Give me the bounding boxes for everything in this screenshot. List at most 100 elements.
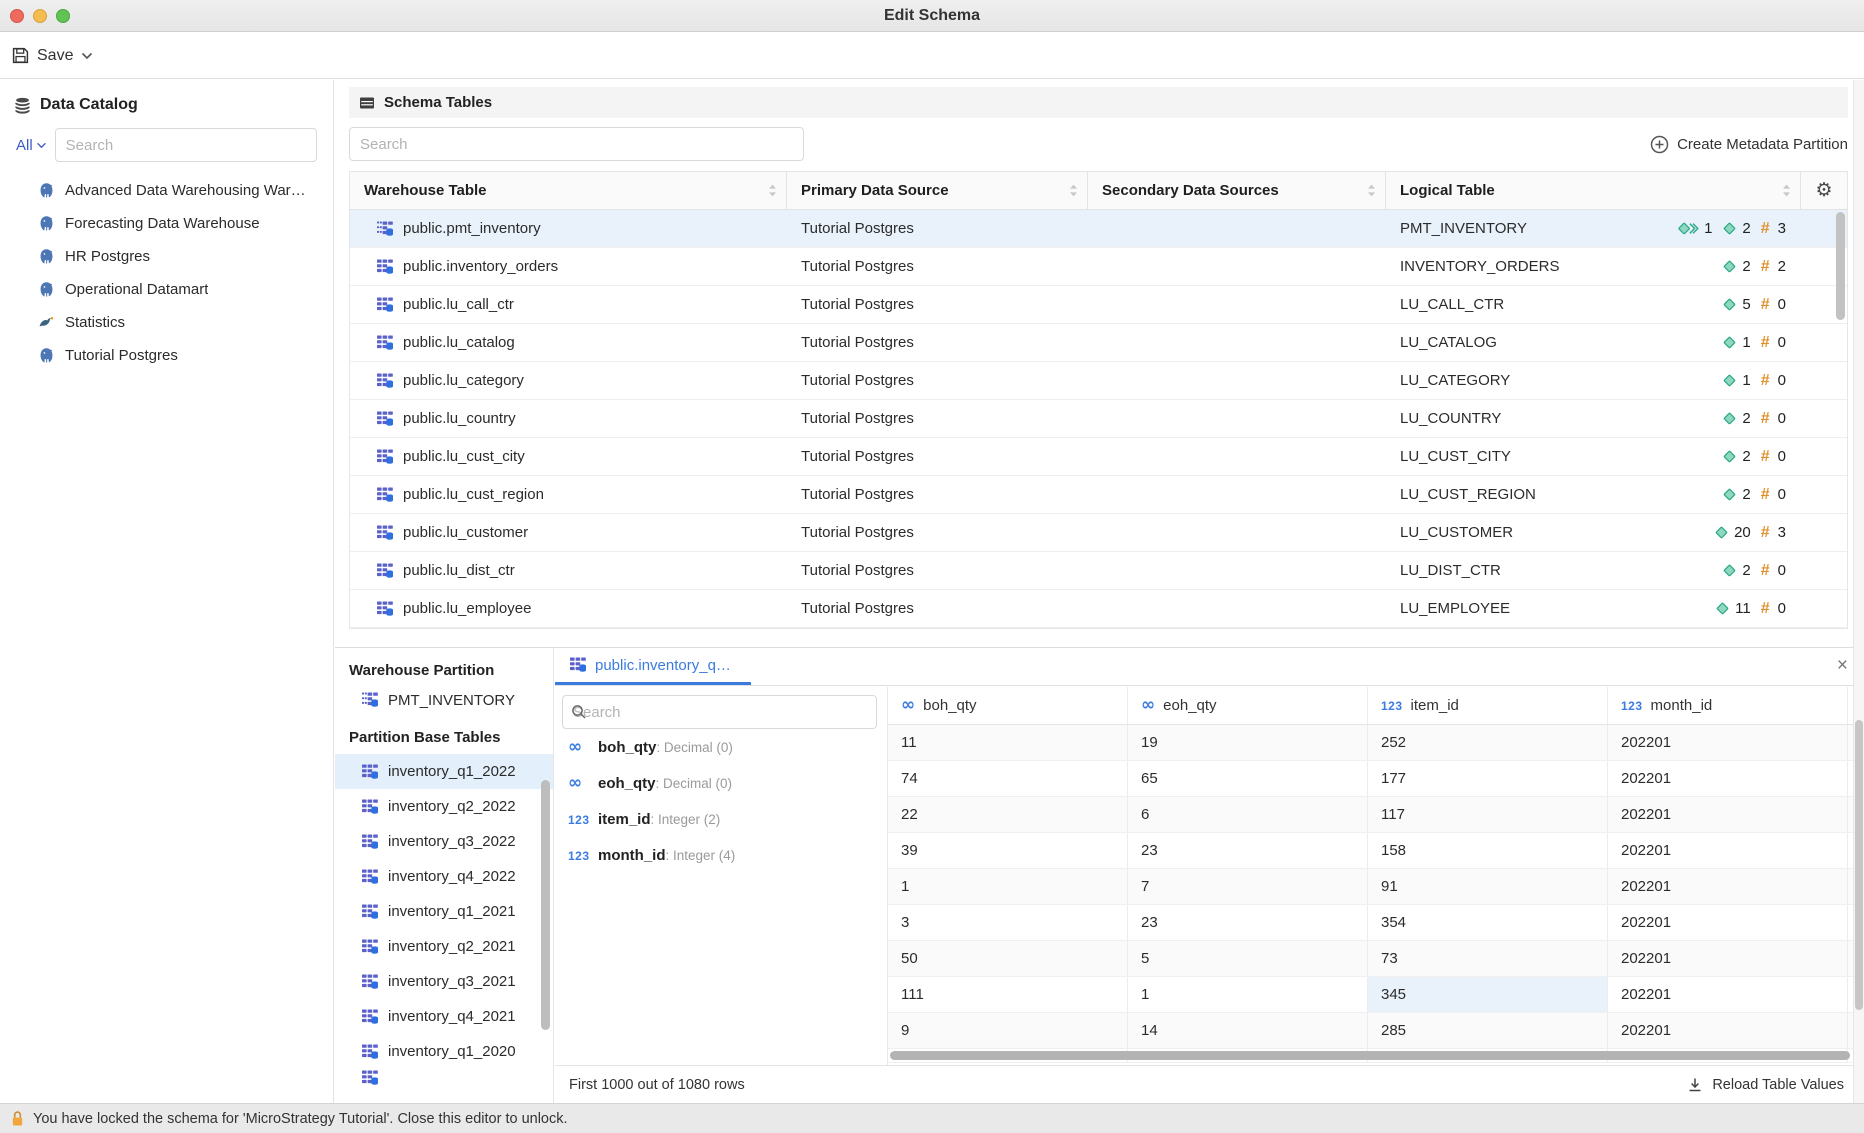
grid-cell[interactable]: 6 <box>1128 797 1368 832</box>
grid-cell[interactable]: 202201 <box>1608 833 1848 868</box>
column-header-primary-data-source[interactable]: Primary Data Source <box>787 172 1088 209</box>
grid-cell[interactable]: 5 <box>1128 941 1368 976</box>
table-row-public-pmt-inventory[interactable]: public.pmt_inventoryTutorial PostgresPMT… <box>350 210 1847 248</box>
grid-cell[interactable]: 252 <box>1368 725 1608 760</box>
sidebar-item-forecasting-data-warehouse[interactable]: Forecasting Data Warehouse <box>0 207 333 240</box>
partition-base-table-inventory_q3_2021[interactable]: inventory_q3_2021 <box>335 964 553 999</box>
grid-cell[interactable]: 285 <box>1368 1013 1608 1048</box>
column-search-input[interactable] <box>562 695 877 729</box>
grid-cell[interactable]: 111 <box>888 977 1128 1012</box>
grid-cell[interactable]: 202201 <box>1608 1013 1848 1048</box>
table-row-public-lu-customer[interactable]: public.lu_customerTutorial PostgresLU_CU… <box>350 514 1847 552</box>
save-button[interactable]: Save <box>12 47 93 65</box>
grid-column-header-month_id[interactable]: 123month_id <box>1608 687 1848 724</box>
schema-tables-search-input[interactable] <box>349 127 804 161</box>
grid-cell[interactable]: 91 <box>1368 869 1608 904</box>
sidebar-item-tutorial-postgres[interactable]: Tutorial Postgres <box>0 339 333 372</box>
grid-cell[interactable]: 202201 <box>1608 905 1848 940</box>
partition-base-table-inventory_q1_2020[interactable]: inventory_q1_2020 <box>335 1034 553 1069</box>
warehouse-table-icon <box>376 220 394 238</box>
grid-cell[interactable]: 202201 <box>1608 761 1848 796</box>
grid-cell[interactable]: 50 <box>888 941 1128 976</box>
tab-inventory-q1-2022[interactable]: public.inventory_q1_2… <box>555 648 751 685</box>
preview-footer: First 1000 out of 1080 rows Reload Table… <box>555 1065 1864 1103</box>
grid-cell[interactable]: 3 <box>888 905 1128 940</box>
grid-column-header-boh_qty[interactable]: ∞boh_qty <box>888 687 1128 724</box>
grid-column-header-eoh_qty[interactable]: ∞eoh_qty <box>1128 687 1368 724</box>
sidebar-item-advanced-data-warehousing-war[interactable]: Advanced Data Warehousing War… <box>0 174 333 207</box>
grid-cell[interactable]: 117 <box>1368 797 1608 832</box>
close-window-button[interactable] <box>10 9 24 23</box>
table-row-public-lu-call-ctr[interactable]: public.lu_call_ctrTutorial PostgresLU_CA… <box>350 286 1847 324</box>
table-row-public-lu-category[interactable]: public.lu_categoryTutorial PostgresLU_CA… <box>350 362 1847 400</box>
partition-base-table-inventory_q1_2022[interactable]: inventory_q1_2022 <box>335 754 553 789</box>
grid-cell[interactable]: 23 <box>1128 905 1368 940</box>
catalog-filter-dropdown[interactable]: All <box>16 137 47 154</box>
column-header-logical-table[interactable]: Logical Table <box>1386 172 1801 209</box>
grid-cell[interactable]: 1 <box>888 869 1128 904</box>
partition-base-table-inventory_q4_2021[interactable]: inventory_q4_2021 <box>335 999 553 1034</box>
grid-cell[interactable]: 11 <box>888 725 1128 760</box>
table-row-public-lu-catalog[interactable]: public.lu_catalogTutorial PostgresLU_CAT… <box>350 324 1847 362</box>
grid-cell[interactable]: 177 <box>1368 761 1608 796</box>
grid-cell[interactable]: 1 <box>1128 977 1368 1012</box>
schema-table-scrollbar[interactable] <box>1836 212 1845 628</box>
table-row-public-lu-employee[interactable]: public.lu_employeeTutorial PostgresLU_EM… <box>350 590 1847 628</box>
grid-cell[interactable]: 202201 <box>1608 977 1848 1012</box>
partition-base-table-inventory_q3_2022[interactable]: inventory_q3_2022 <box>335 824 553 859</box>
grid-cell[interactable]: 202201 <box>1608 725 1848 760</box>
grid-cell[interactable]: 202201 <box>1608 941 1848 976</box>
sidebar-item-operational-datamart[interactable]: Operational Datamart <box>0 273 333 306</box>
grid-cell[interactable]: 23 <box>1128 833 1368 868</box>
column-item-month_id[interactable]: 123month_id: Integer (4) <box>562 837 877 873</box>
column-item-boh_qty[interactable]: ∞boh_qty: Decimal (0) <box>562 729 877 765</box>
grid-row: 226117202201 <box>888 797 1864 833</box>
column-header-secondary-data-sources[interactable]: Secondary Data Sources <box>1088 172 1386 209</box>
zoom-window-button[interactable] <box>56 9 70 23</box>
column-item-eoh_qty[interactable]: ∞eoh_qty: Decimal (0) <box>562 765 877 801</box>
warehouse-table-icon <box>376 448 394 466</box>
table-row-public-inventory-orders[interactable]: public.inventory_ordersTutorial Postgres… <box>350 248 1847 286</box>
grid-cell[interactable]: 9 <box>888 1013 1128 1048</box>
partition-list-scrollbar[interactable] <box>541 780 550 1030</box>
grid-column-header-item_id[interactable]: 123item_id <box>1368 687 1608 724</box>
logical-table-name: LU_DIST_CTR <box>1400 562 1501 579</box>
grid-cell[interactable]: 202201 <box>1608 797 1848 832</box>
catalog-search-input[interactable] <box>55 128 317 162</box>
grid-cell[interactable]: 7 <box>1128 869 1368 904</box>
grid-cell[interactable]: 354 <box>1368 905 1608 940</box>
partition-table-item[interactable]: PMT_INVENTORY <box>335 683 553 717</box>
table-row-public-lu-cust-city[interactable]: public.lu_cust_cityTutorial PostgresLU_C… <box>350 438 1847 476</box>
grid-cell[interactable]: 158 <box>1368 833 1608 868</box>
grid-cell[interactable]: 14 <box>1128 1013 1368 1048</box>
sidebar-item-statistics[interactable]: Statistics <box>0 306 333 339</box>
grid-cell[interactable]: 74 <box>888 761 1128 796</box>
create-metadata-partition-button[interactable]: Create Metadata Partition <box>1650 135 1848 154</box>
grid-cell[interactable]: 22 <box>888 797 1128 832</box>
sidebar-item-hr-postgres[interactable]: HR Postgres <box>0 240 333 273</box>
minimize-window-button[interactable] <box>33 9 47 23</box>
grid-horizontal-scrollbar[interactable] <box>890 1051 1850 1060</box>
table-row-public-lu-country[interactable]: public.lu_countryTutorial PostgresLU_COU… <box>350 400 1847 438</box>
grid-cell[interactable]: 65 <box>1128 761 1368 796</box>
reload-table-values-button[interactable]: Reload Table Values <box>1687 1077 1844 1093</box>
partition-base-table-inventory_q1_2021[interactable]: inventory_q1_2021 <box>335 894 553 929</box>
warehouse-table-icon <box>361 938 379 956</box>
table-row-public-lu-cust-region[interactable]: public.lu_cust_regionTutorial PostgresLU… <box>350 476 1847 514</box>
grid-cell[interactable]: 202201 <box>1608 869 1848 904</box>
table-row-public-lu-dist-ctr[interactable]: public.lu_dist_ctrTutorial PostgresLU_DI… <box>350 552 1847 590</box>
close-preview-icon[interactable]: × <box>1837 656 1848 675</box>
gear-icon[interactable]: ⚙ <box>1815 181 1832 200</box>
grid-cell[interactable]: 345 <box>1368 977 1608 1012</box>
partition-base-table-partial[interactable] <box>335 1069 553 1087</box>
column-item-item_id[interactable]: 123item_id: Integer (2) <box>562 801 877 837</box>
grid-cell[interactable]: 19 <box>1128 725 1368 760</box>
partition-base-table-inventory_q4_2022[interactable]: inventory_q4_2022 <box>335 859 553 894</box>
grid-cell[interactable]: 39 <box>888 833 1128 868</box>
window-scrollbar[interactable] <box>1853 80 1864 1103</box>
column-header-warehouse-table[interactable]: Warehouse Table <box>350 172 787 209</box>
partition-base-table-inventory_q2_2022[interactable]: inventory_q2_2022 <box>335 789 553 824</box>
partition-base-table-inventory_q2_2021[interactable]: inventory_q2_2021 <box>335 929 553 964</box>
chevron-down-icon[interactable] <box>81 52 93 60</box>
grid-cell[interactable]: 73 <box>1368 941 1608 976</box>
